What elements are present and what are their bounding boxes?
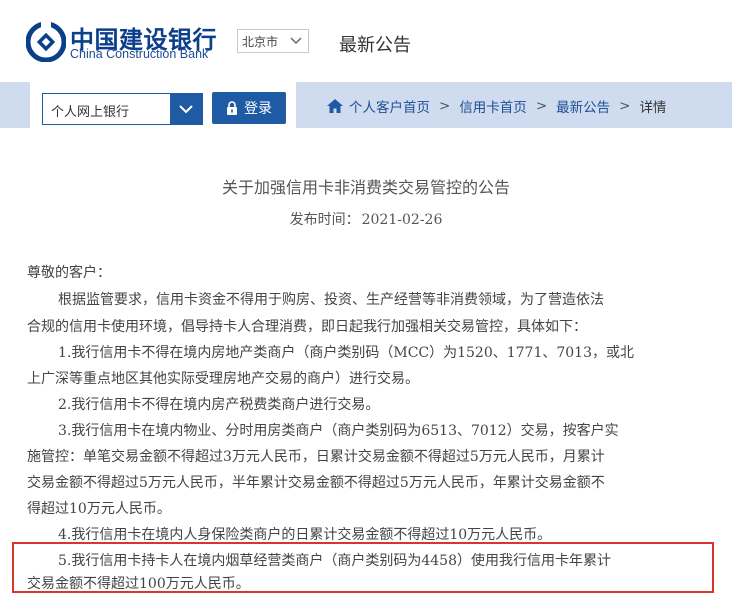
page-heading: 最新公告 [339, 35, 411, 56]
bank-channel-select[interactable]: 个人网上银行 [42, 93, 203, 125]
breadcrumb-item-personal-home[interactable]: 个人客户首页 [349, 96, 430, 116]
login-panel: 个人网上银行 登录 [30, 82, 296, 140]
publish-date-value: 2021-02-26 [361, 212, 443, 228]
article-greeting: 尊敬的客户： [27, 265, 111, 281]
chevron-down-icon [290, 37, 302, 45]
city-select[interactable]: 北京市 [237, 29, 309, 53]
breadcrumb-item-announcements[interactable]: 最新公告 [556, 96, 610, 116]
breadcrumb-separator: > [439, 98, 451, 114]
breadcrumb-separator: > [535, 98, 548, 114]
highlight-box [12, 542, 714, 593]
chevron-down-icon [179, 104, 193, 113]
site-header: 中国建设银行 China Construction Bank 北京市 最新公告 [0, 0, 732, 82]
article-item-line: 得超过10万元人民币。 [27, 501, 171, 517]
ccb-logo-icon[interactable] [26, 22, 66, 62]
article-item-line: 1.我行信用卡不得在境内房地产类商户（商户类别码（MCC）为1520、1771、… [58, 345, 635, 361]
article-item-line: 施管控：单笔交易金额不得超过3万元人民币，日累计交易金额不得超过5万元人民币，月… [27, 449, 605, 465]
breadcrumb: 个人客户首页 > 信用卡首页 > 最新公告 > 详情 [326, 96, 666, 116]
lock-icon [227, 101, 237, 115]
breadcrumb-separator: > [619, 98, 631, 114]
brand-name-en: China Construction Bank [70, 47, 209, 61]
breadcrumb-item-credit-card-home[interactable]: 信用卡首页 [459, 96, 527, 116]
article-paragraph-line: 合规的信用卡使用环境，倡导持卡人合理消费，即日起我行加强相关交易管控，具体如下： [27, 319, 587, 335]
article-item-line: 交易金额不得超过5万元人民币，半年累计交易金额不得超过5万元人民币，年累计交易金… [27, 475, 605, 491]
article-paragraph-line: 根据监管要求，信用卡资金不得用于购房、投资、生产经营等非消费领域，为了营造依法 [58, 292, 604, 308]
article-title: 关于加强信用卡非消费类交易管控的公告 [221, 178, 510, 197]
article-item-line: 2.我行信用卡不得在境内房产税费类商户进行交易。 [58, 397, 380, 413]
publish-date-label: 发布时间： [289, 212, 360, 228]
publish-date: 发布时间： 2021-02-26 [0, 209, 732, 229]
bank-channel-value: 个人网上银行 [51, 105, 130, 120]
article-item-line: 3.我行信用卡在境内物业、分时用房类商户（商户类别码为6513、7012）交易，… [58, 423, 619, 439]
bank-channel-dropdown-button[interactable] [170, 94, 202, 124]
login-button-label: 登录 [244, 101, 272, 117]
breadcrumb-current: 详情 [639, 100, 667, 116]
city-select-value: 北京市 [242, 34, 279, 49]
home-icon[interactable] [326, 98, 344, 114]
login-button[interactable]: 登录 [212, 92, 286, 124]
article-item-line: 4.我行信用卡在境内人身保险类商户的日累计交易金额不得超过10万元人民币。 [58, 527, 552, 543]
article-item-line: 上广深等重点地区其他实际受理房地产交易的商户）进行交易。 [27, 371, 419, 387]
